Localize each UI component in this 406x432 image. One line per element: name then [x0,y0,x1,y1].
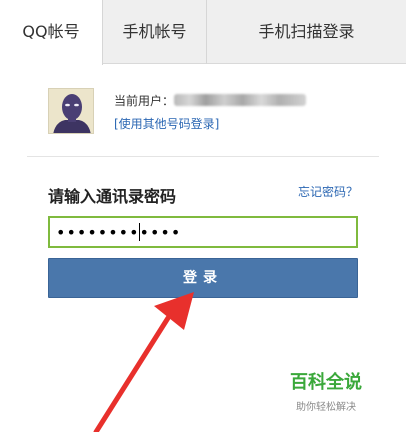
login-tabs: QQ帐号 手机帐号 手机扫描登录 [0,0,406,65]
tab-phone-scan-login[interactable]: 手机扫描登录 [207,0,406,64]
avatar-silhouette-icon [49,89,93,133]
use-other-account-link[interactable]: [使用其他号码登录] [114,115,219,132]
divider [27,156,379,157]
tab-qq-account[interactable]: QQ帐号 [0,0,103,65]
password-label: 请输入通讯录密码 [48,187,177,206]
watermark-subtitle: 助你轻松解决 [296,402,356,413]
password-field[interactable] [48,216,358,248]
watermark-logo: 百科全说 助你轻松解决 [290,368,370,413]
tab-phone-account[interactable]: 手机帐号 [103,0,207,64]
login-button[interactable]: 登录 [48,258,358,298]
current-user-block: 当前用户： [使用其他号码登录] [48,88,368,136]
watermark-title: 百科全说 [290,372,362,393]
blurred-username [174,94,306,106]
current-user-label: 当前用户： [114,94,175,108]
forgot-password-link[interactable]: 忘记密码？ [298,183,358,200]
text-caret [139,223,140,241]
avatar [48,88,94,134]
